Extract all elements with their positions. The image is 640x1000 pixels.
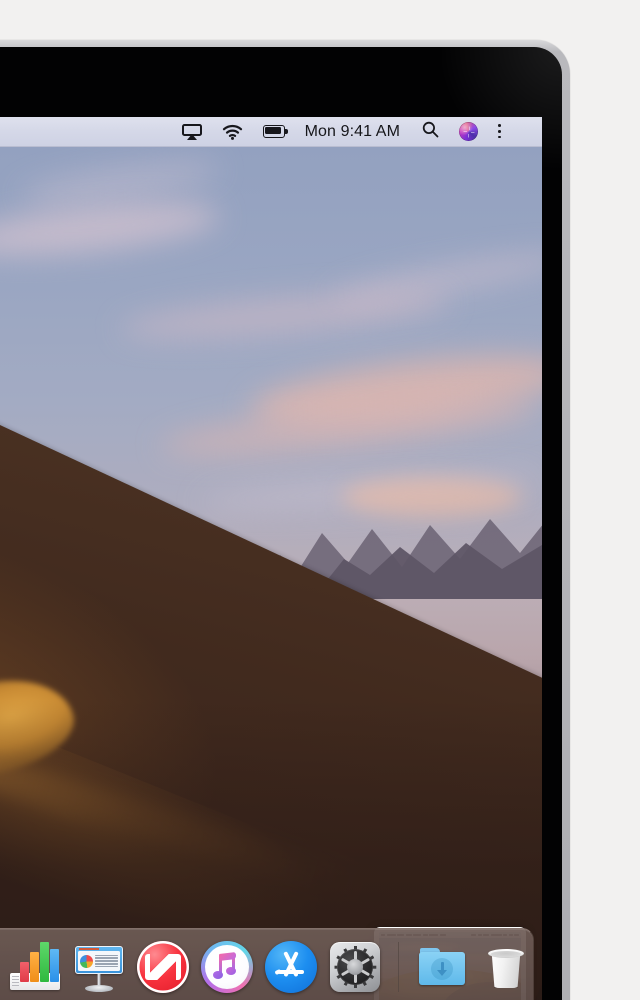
notification-center-icon	[498, 124, 518, 139]
wifi-icon	[222, 124, 243, 140]
trash-icon	[479, 940, 533, 994]
itunes-icon	[201, 941, 253, 993]
app-store-icon	[265, 941, 317, 993]
news-icon	[137, 941, 189, 993]
airplay-icon	[181, 123, 202, 140]
wifi-menu-item[interactable]	[212, 117, 253, 147]
dock-item-keynote[interactable]	[72, 940, 126, 994]
numbers-icon	[8, 940, 62, 994]
dock	[0, 928, 534, 1000]
battery-menu-item[interactable]	[253, 117, 297, 147]
notification-center-menu-item[interactable]	[488, 117, 528, 147]
dock-item-news[interactable]	[136, 940, 190, 994]
siri-menu-item[interactable]	[449, 117, 488, 147]
keynote-icon	[72, 940, 126, 994]
siri-icon	[459, 122, 478, 141]
cloud	[158, 387, 542, 467]
airplay-menu-item[interactable]	[172, 117, 212, 147]
cloud	[18, 153, 222, 211]
spotlight-search-menu-item[interactable]	[412, 117, 449, 147]
menu-bar: Mon 9:41 AM	[0, 117, 542, 147]
dock-separator	[398, 942, 399, 992]
dock-item-system-preferences[interactable]	[328, 940, 382, 994]
search-icon	[422, 121, 439, 143]
dock-item-numbers[interactable]	[8, 940, 62, 994]
cloud	[247, 342, 542, 438]
system-preferences-icon	[330, 942, 380, 992]
menu-bar-clock[interactable]: Mon 9:41 AM	[297, 123, 412, 141]
cloud	[119, 282, 451, 348]
macbook-screen: Mon 9:41 AM	[0, 117, 542, 1000]
desktop-wallpaper	[0, 147, 542, 1000]
dock-item-trash[interactable]	[479, 940, 533, 994]
dock-item-downloads[interactable]	[415, 940, 469, 994]
dock-item-app-store[interactable]	[264, 940, 318, 994]
dock-item-itunes[interactable]	[200, 940, 254, 994]
downloads-folder-icon	[415, 940, 469, 994]
sand-dune	[0, 369, 542, 1000]
screenshot-canvas: Mon 9:41 AM	[0, 0, 640, 1000]
cloud	[0, 193, 222, 265]
cloud	[329, 244, 542, 312]
battery-icon	[262, 125, 288, 138]
